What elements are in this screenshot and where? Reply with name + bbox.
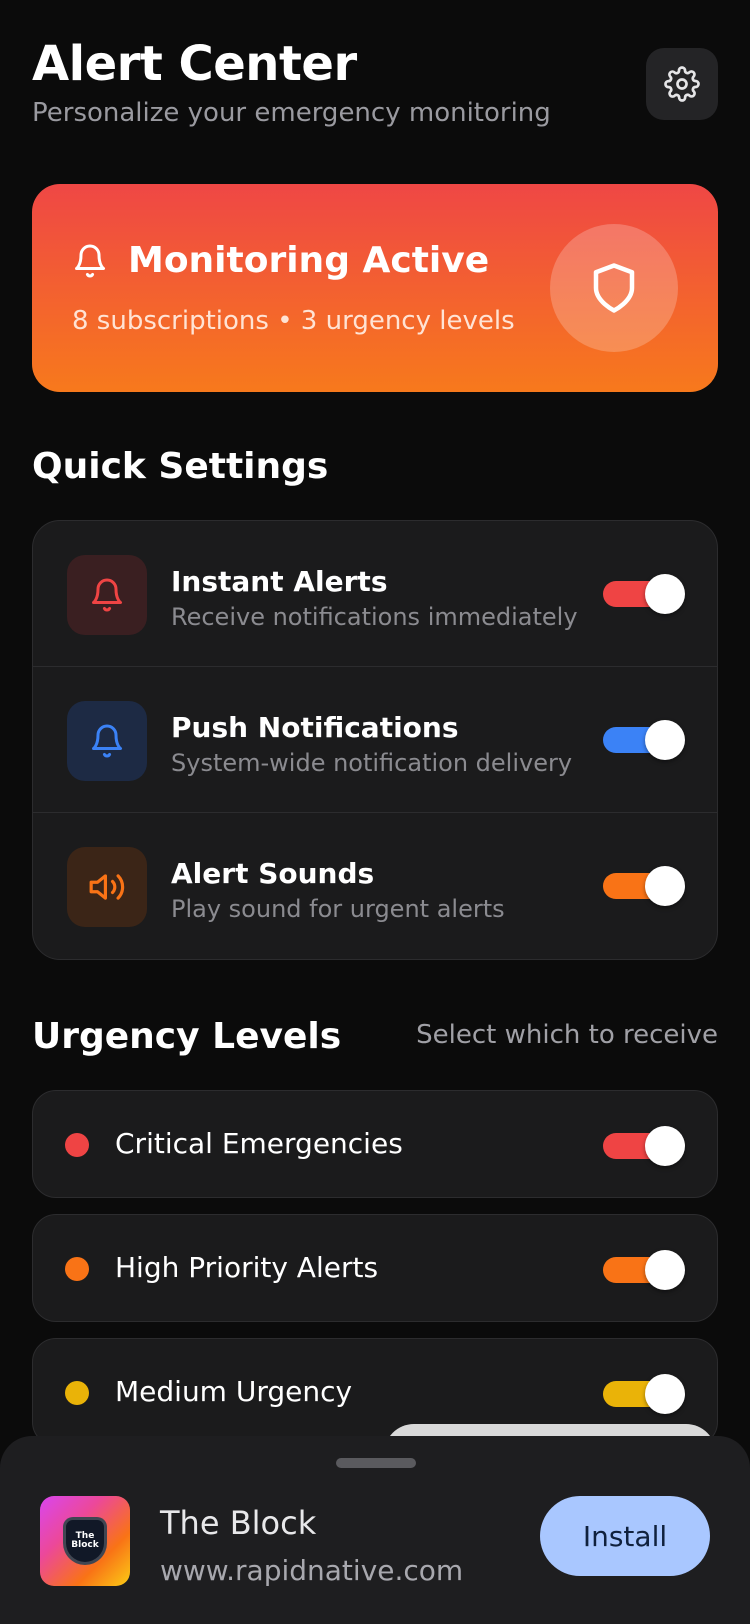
page-title: Alert Center bbox=[32, 36, 357, 92]
quick-settings-heading: Quick Settings bbox=[32, 446, 329, 487]
quick-setting-instant-alerts: Instant Alerts Receive notifications imm… bbox=[33, 521, 717, 667]
instant-alerts-toggle[interactable] bbox=[603, 574, 685, 614]
medium-urgency-toggle[interactable] bbox=[603, 1374, 685, 1414]
app-icon: The Block bbox=[40, 1496, 130, 1586]
settings-button[interactable] bbox=[646, 48, 718, 120]
app-logo-text: The Block bbox=[71, 1531, 99, 1550]
monitoring-status-heading: Monitoring Active bbox=[72, 240, 489, 281]
app-name: The Block bbox=[160, 1504, 317, 1542]
page-subtitle: Personalize your emergency monitoring bbox=[32, 98, 551, 128]
shield-icon bbox=[593, 263, 635, 313]
alert-sounds-icon-tile bbox=[67, 847, 147, 927]
critical-toggle[interactable] bbox=[603, 1126, 685, 1166]
setting-label: Alert Sounds bbox=[171, 857, 375, 890]
setting-description: Play sound for urgent alerts bbox=[171, 895, 505, 923]
install-button[interactable]: Install bbox=[540, 1496, 710, 1576]
app-url: www.rapidnative.com bbox=[160, 1554, 464, 1587]
quick-setting-alert-sounds: Alert Sounds Play sound for urgent alert… bbox=[33, 813, 717, 959]
push-notifications-icon-tile bbox=[67, 701, 147, 781]
sheet-drag-handle[interactable] bbox=[336, 1458, 416, 1468]
alert-sounds-toggle[interactable] bbox=[603, 866, 685, 906]
bell-icon bbox=[92, 578, 122, 612]
monitoring-status-card: Monitoring Active 8 subscriptions • 3 ur… bbox=[32, 184, 718, 392]
urgency-label: Medium Urgency bbox=[115, 1375, 353, 1408]
push-notifications-toggle[interactable] bbox=[603, 720, 685, 760]
toggle-knob bbox=[645, 574, 685, 614]
instant-alerts-icon-tile bbox=[67, 555, 147, 635]
urgency-label: Critical Emergencies bbox=[115, 1127, 403, 1160]
install-bottom-sheet: The Block The Block www.rapidnative.com … bbox=[0, 1436, 750, 1624]
toggle-knob bbox=[645, 1250, 685, 1290]
urgency-levels-heading: Urgency Levels bbox=[32, 1016, 342, 1057]
toggle-knob bbox=[645, 866, 685, 906]
urgency-item-high: High Priority Alerts bbox=[32, 1214, 718, 1322]
bell-icon bbox=[75, 244, 105, 277]
shield-badge bbox=[550, 224, 678, 352]
toggle-knob bbox=[645, 720, 685, 760]
monitoring-status-title: Monitoring Active bbox=[128, 240, 490, 281]
quick-setting-push-notifications: Push Notifications System-wide notificat… bbox=[33, 667, 717, 813]
setting-description: Receive notifications immediately bbox=[171, 603, 578, 631]
urgency-label: High Priority Alerts bbox=[115, 1251, 379, 1284]
urgency-color-dot bbox=[65, 1381, 89, 1405]
bell-icon bbox=[92, 724, 122, 758]
monitoring-summary: 8 subscriptions • 3 urgency levels bbox=[72, 306, 515, 336]
app-logo-badge: The Block bbox=[63, 1517, 107, 1565]
setting-label: Instant Alerts bbox=[171, 565, 388, 598]
urgency-item-critical: Critical Emergencies bbox=[32, 1090, 718, 1198]
toggle-knob bbox=[645, 1126, 685, 1166]
high-priority-toggle[interactable] bbox=[603, 1250, 685, 1290]
urgency-levels-hint: Select which to receive bbox=[416, 1020, 718, 1050]
speaker-icon bbox=[89, 874, 125, 900]
quick-settings-card: Instant Alerts Receive notifications imm… bbox=[32, 520, 718, 960]
setting-label: Push Notifications bbox=[171, 711, 459, 744]
setting-description: System-wide notification delivery bbox=[171, 749, 573, 777]
page-header: Alert Center Personalize your emergency … bbox=[32, 36, 718, 128]
toggle-knob bbox=[645, 1374, 685, 1414]
urgency-color-dot bbox=[65, 1133, 89, 1157]
urgency-color-dot bbox=[65, 1257, 89, 1281]
gear-icon bbox=[664, 66, 700, 102]
